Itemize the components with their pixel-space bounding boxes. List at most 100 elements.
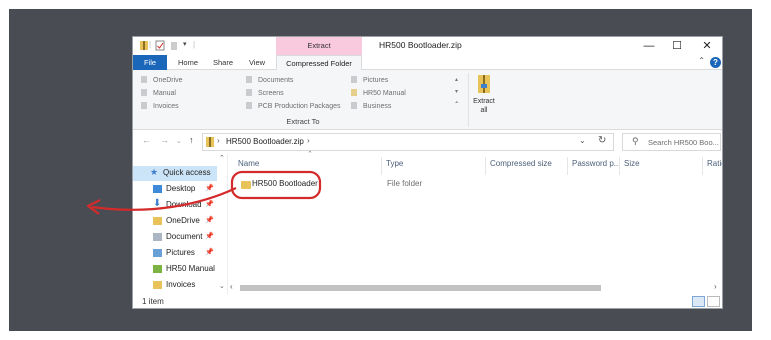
address-dropdown-icon[interactable]: ⌄ xyxy=(579,136,586,145)
nav-item-pictures[interactable]: Pictures 📌 xyxy=(133,246,218,261)
scroll-up-icon[interactable]: ⌃ xyxy=(219,154,225,162)
folder-icon xyxy=(153,217,162,225)
pin-icon[interactable]: 📌 xyxy=(205,200,214,208)
pictures-icon xyxy=(351,76,357,83)
gallery-expand-icon[interactable]: ⩡ xyxy=(455,100,458,107)
back-icon[interactable]: ← xyxy=(142,135,151,145)
qat-separator: | xyxy=(149,40,152,49)
folder-icon xyxy=(241,181,251,189)
tab-file[interactable]: File xyxy=(133,55,167,70)
column-header-ratio[interactable]: Ratio xyxy=(707,159,722,172)
search-input[interactable]: ⚲ Search HR500 Boo... xyxy=(622,133,721,151)
folder-icon xyxy=(141,76,147,83)
breadcrumb-chevron-icon[interactable]: › xyxy=(307,136,310,145)
nav-item-invoices[interactable]: Invoices xyxy=(133,278,218,293)
column-divider[interactable] xyxy=(567,157,568,175)
maximize-button[interactable]: ☐ xyxy=(666,39,688,53)
scroll-right-icon[interactable]: › xyxy=(714,282,717,291)
search-icon: ⚲ xyxy=(632,136,639,146)
collapse-ribbon-icon[interactable]: ⌃ xyxy=(698,56,705,65)
extract-to-business[interactable]: Business xyxy=(351,101,391,112)
status-bar: 1 item xyxy=(133,294,722,308)
file-explorer-window: | ▾ | Extract HR500 Bootloader.zip — ☐ ✕… xyxy=(132,36,723,309)
qat-dropdown-icon[interactable]: ▾ xyxy=(183,40,187,48)
star-icon: ★ xyxy=(150,167,159,177)
large-icons-view-icon[interactable] xyxy=(707,296,720,307)
extract-to-documents[interactable]: Documents xyxy=(246,75,293,86)
nav-item-label: HR50 Manual xyxy=(166,264,215,273)
tab-home[interactable]: Home xyxy=(173,55,203,70)
folder-icon xyxy=(351,89,357,96)
breadcrumb[interactable]: HR500 Bootloader.zip xyxy=(226,137,304,146)
tab-compressed-folder-tools[interactable]: Compressed Folder Tools xyxy=(276,55,362,83)
column-header-password[interactable]: Password p... xyxy=(572,159,620,172)
ribbon-tabs: File Home Share View Compressed Folder T… xyxy=(133,55,722,83)
title-bar: | ▾ | Extract HR500 Bootloader.zip — ☐ ✕ xyxy=(133,37,722,55)
pin-icon[interactable]: 📌 xyxy=(205,232,214,240)
column-header-size[interactable]: Size xyxy=(624,159,640,172)
scrollbar-thumb[interactable] xyxy=(240,285,601,291)
extract-to-pcb-production-packages[interactable]: PCB Production Packages xyxy=(246,101,341,112)
folder-icon xyxy=(141,89,147,96)
refresh-icon[interactable]: ↻ xyxy=(598,135,606,146)
recent-locations-icon[interactable]: ⌄ xyxy=(176,137,182,145)
breadcrumb-chevron-icon[interactable]: › xyxy=(217,136,220,145)
extract-to-onedrive[interactable]: OneDrive xyxy=(141,75,183,86)
nav-item-documents[interactable]: Document 📌 xyxy=(133,230,218,245)
tab-view[interactable]: View xyxy=(243,55,271,70)
file-type: File folder xyxy=(387,179,423,188)
pin-icon[interactable]: 📌 xyxy=(205,248,214,256)
nav-item-hr50-manual[interactable]: HR50 Manual xyxy=(133,262,218,277)
extract-all-button[interactable]: Extract all xyxy=(469,97,499,115)
minimize-button[interactable]: — xyxy=(638,39,660,53)
nav-item-downloads[interactable]: ⬇ Download 📌 xyxy=(133,198,218,213)
zip-folder-icon xyxy=(206,137,214,147)
extract-to-pictures[interactable]: Pictures xyxy=(351,75,388,86)
column-divider[interactable] xyxy=(702,157,703,175)
extract-all-icon[interactable] xyxy=(478,75,490,93)
column-header-type[interactable]: Type xyxy=(386,159,403,172)
nav-item-onedrive[interactable]: OneDrive 📌 xyxy=(133,214,218,229)
tab-share[interactable]: Share xyxy=(208,55,238,70)
document-icon xyxy=(153,233,162,241)
folder-icon xyxy=(153,281,162,289)
destination-label: Manual xyxy=(153,90,176,97)
navpane-scrollbar[interactable]: ⌃ ⌄ xyxy=(218,154,228,294)
scroll-down-icon[interactable]: ⌄ xyxy=(219,282,225,290)
pin-icon[interactable]: 📌 xyxy=(205,216,214,224)
extract-to-invoices[interactable]: Invoices xyxy=(141,101,179,112)
item-count: 1 item xyxy=(142,297,164,306)
pin-icon[interactable]: 📌 xyxy=(205,184,214,192)
column-divider[interactable] xyxy=(485,157,486,175)
close-button[interactable]: ✕ xyxy=(696,39,718,53)
extract-all-label-line2: all xyxy=(480,107,488,114)
column-divider[interactable] xyxy=(381,157,382,175)
details-view-icon[interactable] xyxy=(692,296,705,307)
help-icon[interactable]: ? xyxy=(710,57,721,68)
nav-item-quick-access[interactable]: ★ Quick access xyxy=(133,166,217,181)
extract-all-label-line1: Extract xyxy=(473,98,495,105)
column-header-compressed-size[interactable]: Compressed size xyxy=(490,159,552,172)
nav-item-label: Pictures xyxy=(166,248,195,257)
extract-to-manual[interactable]: Manual xyxy=(141,88,176,99)
extract-to-screens[interactable]: Screens xyxy=(246,88,284,99)
extract-to-hr50-manual[interactable]: HR50 Manual xyxy=(351,88,406,99)
properties-icon[interactable] xyxy=(155,40,165,51)
nav-item-label: Quick access xyxy=(163,168,211,177)
address-bar[interactable]: › HR500 Bootloader.zip › ⌄ ↻ xyxy=(202,133,614,151)
up-icon[interactable]: ↑ xyxy=(189,135,194,145)
document-icon xyxy=(246,76,252,83)
column-divider[interactable] xyxy=(619,157,620,175)
gallery-scroll-up-icon[interactable]: ▴ xyxy=(455,76,458,83)
file-name[interactable]: HR500 Bootloader xyxy=(252,179,318,188)
scroll-left-icon[interactable]: ‹ xyxy=(230,282,233,291)
forward-icon[interactable]: → xyxy=(160,135,169,145)
destination-label: Pictures xyxy=(363,77,389,84)
nav-item-desktop[interactable]: Desktop 📌 xyxy=(133,182,218,197)
horizontal-scrollbar[interactable]: ‹ › xyxy=(228,282,722,294)
nav-item-label: Document xyxy=(166,232,203,241)
gallery-scroll-down-icon[interactable]: ▾ xyxy=(455,88,458,95)
pictures-icon xyxy=(153,249,162,257)
column-header-name[interactable]: Name xyxy=(238,159,259,172)
new-folder-icon[interactable] xyxy=(169,40,179,51)
